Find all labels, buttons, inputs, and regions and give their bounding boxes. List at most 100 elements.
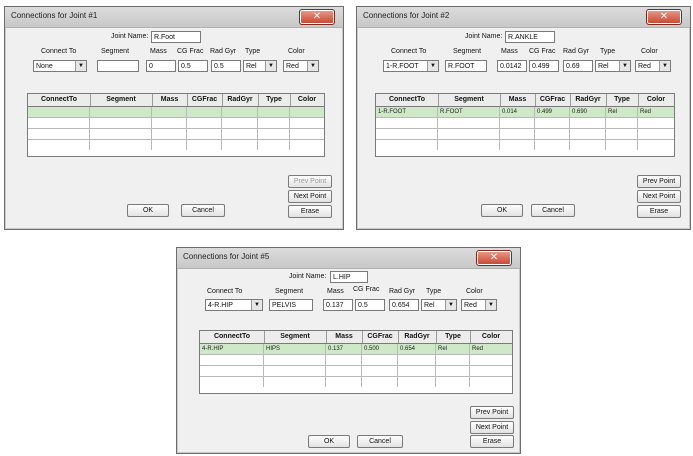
table-row-empty[interactable]: [376, 140, 674, 150]
connect-to-select[interactable]: None ▼: [33, 60, 87, 72]
connections-table[interactable]: ConnectTo Segment Mass CGFrac RadGyr Typ…: [375, 93, 675, 157]
prev-point-button[interactable]: Prev Point: [470, 406, 514, 419]
col-header-connectto[interactable]: ConnectTo: [376, 94, 439, 106]
chevron-down-icon[interactable]: ▼: [659, 61, 670, 71]
title-bar[interactable]: Connections for Joint #1 ✕: [5, 7, 343, 28]
type-select[interactable]: Rel ▼: [595, 60, 631, 72]
close-button[interactable]: ✕: [299, 9, 335, 25]
table-row-empty[interactable]: [200, 355, 512, 366]
col-header-type[interactable]: Type: [258, 94, 291, 106]
cancel-button[interactable]: Cancel: [531, 204, 575, 217]
col-header-cgfrac[interactable]: CGFrac: [187, 94, 223, 106]
prev-point-button[interactable]: Prev Point: [637, 175, 681, 188]
segment-input[interactable]: R.FOOT: [445, 60, 487, 72]
chevron-down-icon[interactable]: ▼: [75, 61, 86, 71]
segment-input[interactable]: [97, 60, 139, 72]
col-header-type[interactable]: Type: [606, 94, 639, 106]
cell-empty: [398, 355, 436, 365]
joint-name-input[interactable]: R.Foot: [151, 31, 201, 43]
ok-button[interactable]: OK: [127, 204, 169, 217]
col-header-mass[interactable]: Mass: [152, 94, 188, 106]
cell-empty: [500, 118, 535, 128]
table-row-empty[interactable]: [28, 140, 324, 150]
table-row-empty[interactable]: [28, 118, 324, 129]
rad-gyr-input[interactable]: 0.69: [563, 60, 593, 72]
table-row-empty[interactable]: [376, 129, 674, 140]
cell-empty: [362, 366, 398, 376]
mass-input[interactable]: 0: [146, 60, 176, 72]
col-header-color[interactable]: Color: [290, 94, 324, 106]
col-header-radgyr[interactable]: RadGyr: [570, 94, 607, 106]
close-button[interactable]: ✕: [476, 250, 512, 266]
close-button[interactable]: ✕: [646, 9, 682, 25]
table-row[interactable]: 1-R.FOOT R.FOOT 0.014 0.499 0.690 Rel Re…: [376, 107, 674, 118]
col-header-connectto[interactable]: ConnectTo: [200, 331, 265, 343]
col-header-cgfrac[interactable]: CGFrac: [362, 331, 399, 343]
col-header-segment[interactable]: Segment: [90, 94, 153, 106]
cancel-button[interactable]: Cancel: [181, 204, 225, 217]
next-point-button[interactable]: Next Point: [637, 190, 681, 203]
type-select[interactable]: Rel ▼: [421, 299, 457, 311]
next-point-button[interactable]: Next Point: [288, 190, 332, 203]
col-header-segment[interactable]: Segment: [438, 94, 501, 106]
table-row-empty[interactable]: [376, 118, 674, 129]
col-header-radgyr[interactable]: RadGyr: [398, 331, 437, 343]
type-select[interactable]: Rel ▼: [243, 60, 277, 72]
rad-gyr-input[interactable]: 0.654: [389, 299, 419, 311]
connect-to-select[interactable]: 4-R.HIP ▼: [205, 299, 263, 311]
cell-connectto: [28, 107, 90, 117]
chevron-down-icon[interactable]: ▼: [427, 61, 438, 71]
cancel-button[interactable]: Cancel: [357, 435, 403, 448]
color-select[interactable]: Red ▼: [461, 299, 497, 311]
connect-to-select[interactable]: 1-R.FOOT ▼: [383, 60, 439, 72]
cell-empty: [326, 366, 362, 376]
cg-frac-input[interactable]: 0.5: [355, 299, 385, 311]
cell-empty: [187, 118, 222, 128]
col-header-mass[interactable]: Mass: [500, 94, 536, 106]
chevron-down-icon[interactable]: ▼: [265, 61, 276, 71]
erase-button[interactable]: Erase: [470, 435, 514, 448]
col-header-connectto[interactable]: ConnectTo: [28, 94, 91, 106]
ok-button[interactable]: OK: [481, 204, 523, 217]
col-header-mass[interactable]: Mass: [326, 331, 363, 343]
prev-point-button[interactable]: Prev Point: [288, 175, 332, 188]
table-row[interactable]: [28, 107, 324, 118]
cell-empty: [500, 140, 535, 150]
next-point-button[interactable]: Next Point: [470, 421, 514, 434]
table-row[interactable]: 4-R.HIP HIPS 0.137 0.500 0.654 Rel Red: [200, 344, 512, 355]
cell-empty: [152, 118, 187, 128]
cg-frac-input[interactable]: 0.5: [178, 60, 208, 72]
col-header-cgfrac[interactable]: CGFrac: [535, 94, 571, 106]
col-header-radgyr[interactable]: RadGyr: [222, 94, 259, 106]
joint-name-input[interactable]: L.HIP: [330, 271, 368, 283]
mass-input[interactable]: 0.137: [323, 299, 353, 311]
chevron-down-icon[interactable]: ▼: [251, 300, 262, 310]
table-row-empty[interactable]: [28, 129, 324, 140]
chevron-down-icon[interactable]: ▼: [619, 61, 630, 71]
title-bar[interactable]: Connections for Joint #5 ✕: [177, 248, 520, 269]
chevron-down-icon[interactable]: ▼: [445, 300, 456, 310]
color-select[interactable]: Red ▼: [635, 60, 671, 72]
col-header-color[interactable]: Color: [470, 331, 512, 343]
cell-empty: [90, 140, 152, 150]
ok-button[interactable]: OK: [308, 435, 350, 448]
erase-button[interactable]: Erase: [637, 205, 681, 218]
rad-gyr-input[interactable]: 0.5: [211, 60, 241, 72]
chevron-down-icon[interactable]: ▼: [485, 300, 496, 310]
col-header-color[interactable]: Color: [638, 94, 674, 106]
table-row-empty[interactable]: [200, 366, 512, 377]
col-header-type[interactable]: Type: [436, 331, 471, 343]
connections-table[interactable]: ConnectTo Segment Mass CGFrac RadGyr Typ…: [199, 330, 513, 394]
joint-name-input[interactable]: R.ANKLE: [505, 31, 555, 43]
title-bar[interactable]: Connections for Joint #2 ✕: [357, 7, 690, 28]
connect-to-label: Connect To: [41, 48, 77, 55]
connections-table[interactable]: ConnectTo Segment Mass CGFrac RadGyr Typ…: [27, 93, 325, 157]
mass-input[interactable]: 0.0142: [497, 60, 527, 72]
table-row-empty[interactable]: [200, 377, 512, 387]
cg-frac-input[interactable]: 0.499: [529, 60, 559, 72]
color-select[interactable]: Red ▼: [283, 60, 319, 72]
chevron-down-icon[interactable]: ▼: [307, 61, 318, 71]
erase-button[interactable]: Erase: [288, 205, 332, 218]
col-header-segment[interactable]: Segment: [264, 331, 327, 343]
segment-input[interactable]: PELVIS: [269, 299, 313, 311]
